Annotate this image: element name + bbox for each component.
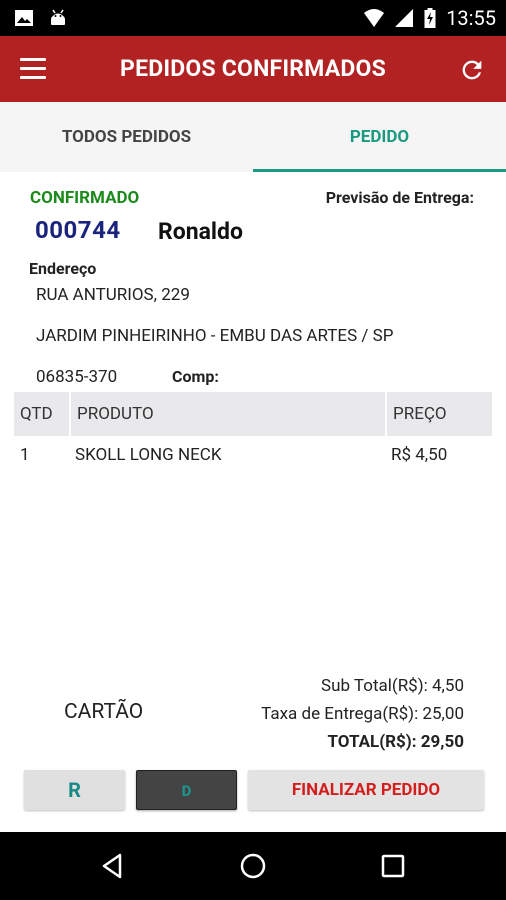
items-table-header: QTD PRODUTO PREÇO [14, 392, 492, 436]
complement-label: Comp: [172, 367, 219, 386]
tab-pedido[interactable]: PEDIDO [253, 102, 506, 172]
header-produto: PRODUTO [77, 404, 154, 424]
app-bar: PEDIDOS CONFIRMADOS [0, 36, 506, 102]
delivery-forecast-label: Previsão de Entrega: [325, 188, 474, 207]
r-button[interactable]: R [24, 770, 125, 810]
image-icon [15, 10, 33, 26]
subtotal: Sub Total(R$): 4,50 [321, 676, 464, 696]
header-qtd: QTD [20, 404, 53, 424]
page-title: PEDIDOS CONFIRMADOS [120, 55, 386, 82]
status-bar: 13:55 [0, 0, 506, 36]
table-row: 1 SKOLL LONG NECK R$ 4,50 [14, 436, 492, 474]
row-produto: SKOLL LONG NECK [75, 445, 222, 465]
address-line-1: RUA ANTURIOS, 229 [36, 285, 190, 305]
battery-icon [424, 8, 436, 28]
refresh-icon[interactable] [458, 56, 486, 84]
system-nav-bar [0, 832, 506, 900]
finalize-order-button[interactable]: FINALIZAR PEDIDO [248, 770, 484, 810]
order-number: 000744 [35, 216, 121, 244]
wifi-icon [364, 9, 385, 27]
header-preco: PREÇO [393, 404, 447, 424]
home-icon[interactable] [238, 851, 268, 881]
payment-method: CARTÃO [64, 700, 144, 724]
row-preco: R$ 4,50 [391, 445, 448, 465]
signal-icon [395, 9, 414, 27]
android-icon [51, 9, 65, 25]
tab-bar: TODOS PEDIDOS PEDIDO [0, 102, 506, 172]
back-icon[interactable] [98, 851, 128, 881]
clock: 13:55 [446, 6, 496, 30]
header-divider [385, 392, 387, 436]
customer-name: Ronaldo [158, 218, 243, 245]
address-line-2: JARDIM PINHEIRINHO - EMBU DAS ARTES / SP [36, 326, 394, 346]
d-button[interactable]: D [136, 770, 237, 810]
postal-code: 06835-370 [36, 367, 118, 387]
total: TOTAL(R$): 29,50 [327, 732, 464, 752]
order-detail: CONFIRMADO Previsão de Entrega: 000744 R… [0, 172, 506, 832]
header-divider [69, 392, 71, 436]
totals: Sub Total(R$): 4,50 Taxa de Entrega(R$):… [261, 672, 464, 756]
order-status: CONFIRMADO [30, 188, 140, 208]
tab-todos-pedidos[interactable]: TODOS PEDIDOS [0, 102, 253, 172]
delivery-fee: Taxa de Entrega(R$): 25,00 [261, 704, 464, 724]
row-qtd: 1 [20, 445, 30, 465]
address-label: Endereço [29, 259, 97, 278]
recents-icon[interactable] [378, 851, 408, 881]
order-card: CONFIRMADO Previsão de Entrega: 000744 R… [8, 172, 498, 832]
